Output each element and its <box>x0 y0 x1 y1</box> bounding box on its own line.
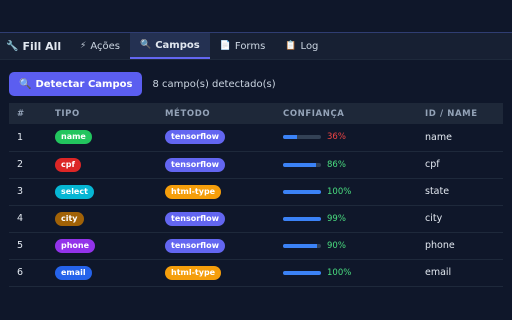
tab-label: Campos <box>155 39 200 51</box>
field-type-badge: cpf <box>55 157 81 172</box>
document-icon: 📄 <box>219 41 231 51</box>
magnifier-icon: 🔍 <box>139 40 152 50</box>
field-id-name: cpf <box>425 159 440 170</box>
confidence-bar <box>283 243 321 248</box>
confidence-cell: 86% <box>283 160 409 170</box>
confidence-bar <box>283 216 321 221</box>
field-id-name: name <box>425 131 452 143</box>
row-number: 3 <box>17 186 24 197</box>
tab-forms[interactable]: 📄 Forms <box>210 33 276 59</box>
clipboard-icon: 📋 <box>285 41 297 51</box>
table-row[interactable]: 5 phone tensorflow 90% phone <box>9 232 503 259</box>
field-id-name: state <box>425 186 450 197</box>
tab-acoes[interactable]: ⚡ Ações <box>70 33 130 59</box>
row-number: 4 <box>17 213 24 224</box>
detect-fields-button[interactable]: 🔍 Detectar Campos <box>9 72 143 96</box>
confidence-cell: 36% <box>283 132 409 142</box>
top-spacer <box>0 0 512 32</box>
tab-bar: 🔧 Fill All ⚡ Ações 🔍 Campos 📄 Forms 📋 Lo… <box>0 32 512 60</box>
confidence-bar-fill <box>283 189 321 194</box>
table-row[interactable]: 6 email html-type 100% email <box>9 259 503 286</box>
confidence-bar-fill <box>283 135 297 140</box>
detection-method-badge: tensorflow <box>165 211 225 226</box>
magnifier-icon: 🔍 <box>19 78 32 90</box>
detection-method-badge: tensorflow <box>165 238 225 253</box>
confidence-cell: 100% <box>283 187 409 197</box>
confidence-cell: 99% <box>283 214 409 224</box>
confidence-value: 86% <box>327 159 346 170</box>
brand-name: Fill All <box>22 39 62 53</box>
confidence-bar <box>283 162 321 167</box>
wrench-icon: 🔧 <box>6 40 19 52</box>
table-row[interactable]: 4 city tensorflow 99% city <box>9 205 503 232</box>
confidence-value: 90% <box>327 240 346 251</box>
row-number: 6 <box>17 267 24 278</box>
toolbar: 🔍 Detectar Campos 8 campo(s) detectado(s… <box>9 72 276 96</box>
confidence-cell: 100% <box>283 268 409 278</box>
tab-label: Ações <box>90 40 120 52</box>
detect-fields-label: Detectar Campos <box>35 78 133 90</box>
field-id-name: city <box>425 213 443 224</box>
field-type-badge: phone <box>55 238 96 253</box>
tab-log[interactable]: 📋 Log <box>275 33 328 59</box>
field-type-badge: name <box>55 130 92 145</box>
field-id-name: email <box>425 267 452 278</box>
detection-method-badge: tensorflow <box>165 130 225 145</box>
col-header-confidence: CONFIANÇA <box>283 108 345 119</box>
field-type-badge: select <box>55 184 94 199</box>
confidence-cell: 90% <box>283 241 409 251</box>
col-header-id: ID / NAME <box>425 108 478 119</box>
field-type-badge: city <box>55 211 84 226</box>
detected-count-status: 8 campo(s) detectado(s) <box>152 78 276 90</box>
confidence-value: 100% <box>327 186 352 197</box>
fields-table: # TIPO MÉTODO CONFIANÇA ID / NAME 1 name t… <box>9 103 503 287</box>
confidence-bar <box>283 270 321 275</box>
field-type-badge: email <box>55 265 92 280</box>
col-header-type: TIPO <box>55 108 80 119</box>
confidence-bar <box>283 135 321 140</box>
confidence-value: 100% <box>327 267 352 278</box>
col-header-num: # <box>17 108 25 119</box>
detection-method-badge: tensorflow <box>165 157 225 172</box>
confidence-value: 36% <box>327 132 346 143</box>
brand: 🔧 Fill All <box>0 33 70 59</box>
table-row[interactable]: 2 cpf tensorflow 86% cpf <box>9 151 503 178</box>
confidence-bar-fill <box>283 216 321 221</box>
confidence-bar-fill <box>283 270 321 275</box>
table-row[interactable]: 3 select html-type 100% state <box>9 178 503 205</box>
tab-label: Forms <box>234 40 266 52</box>
confidence-bar-fill <box>283 243 318 248</box>
row-number: 1 <box>17 131 24 143</box>
confidence-bar <box>283 189 321 194</box>
confidence-bar-fill <box>283 162 316 167</box>
confidence-value: 99% <box>327 213 346 224</box>
lightning-icon: ⚡ <box>80 41 87 51</box>
table-row[interactable]: 1 name tensorflow 36% name <box>9 124 503 151</box>
field-id-name: phone <box>425 240 455 251</box>
row-number: 5 <box>17 240 24 251</box>
tab-label: Log <box>300 40 319 52</box>
table-header-row: # TIPO MÉTODO CONFIANÇA ID / NAME <box>9 103 503 124</box>
row-number: 2 <box>17 159 24 170</box>
detection-method-badge: html-type <box>165 265 222 280</box>
detection-method-badge: html-type <box>165 184 222 199</box>
col-header-method: MÉTODO <box>165 108 211 119</box>
tab-campos[interactable]: 🔍 Campos <box>129 33 210 59</box>
